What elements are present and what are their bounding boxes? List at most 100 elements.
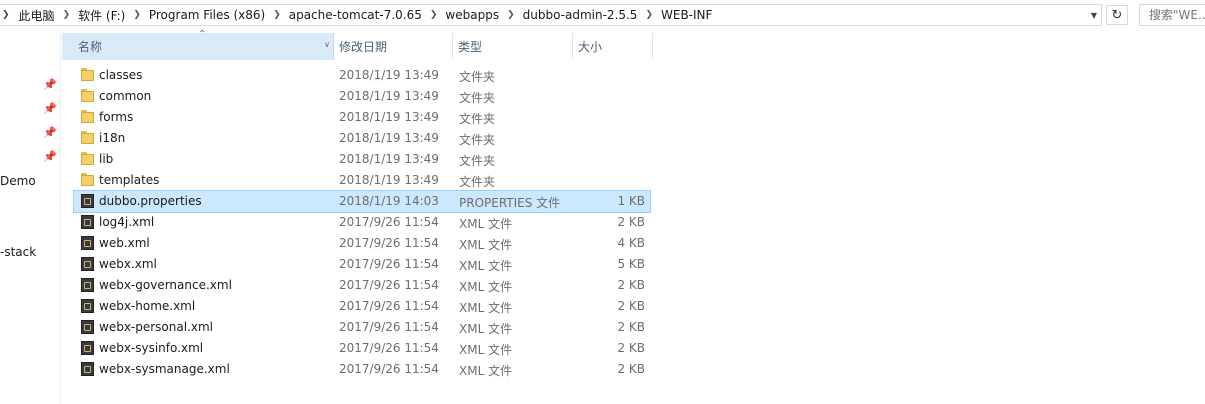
file-name: common xyxy=(99,89,152,103)
file-name: webx-sysinfo.xml xyxy=(99,341,204,355)
file-date: 2018/1/19 13:49 xyxy=(339,89,439,103)
file-date: 2017/9/26 11:54 xyxy=(339,215,439,229)
search-box[interactable] xyxy=(1139,4,1205,26)
pin-icon[interactable]: 📌 xyxy=(43,150,57,163)
file-name: webx-governance.xml xyxy=(99,278,232,292)
file-name: webx-home.xml xyxy=(99,299,196,313)
column-header-date[interactable]: 修改日期 xyxy=(333,33,453,60)
file-date: 2017/9/26 11:54 xyxy=(339,362,439,376)
file-row[interactable]: lib 2018/1/19 13:49 文件夹 xyxy=(74,149,650,170)
file-icon xyxy=(81,278,95,292)
chevron-right-icon[interactable]: ❯ xyxy=(640,10,658,20)
file-row[interactable]: forms 2018/1/19 13:49 文件夹 xyxy=(74,107,650,128)
breadcrumb-program-files[interactable]: Program Files (x86) xyxy=(146,8,268,22)
chevron-right-icon[interactable]: ❯ xyxy=(502,10,520,20)
file-icon xyxy=(81,362,95,376)
file-name: classes xyxy=(99,68,143,82)
file-name: lib xyxy=(99,152,114,166)
file-type: 文件夹 xyxy=(459,133,496,147)
file-row[interactable]: webx.xml 2017/9/26 11:54 XML 文件 5 KB xyxy=(74,254,650,275)
file-name: forms xyxy=(99,110,134,124)
file-type: XML 文件 xyxy=(459,343,513,357)
address-history-dropdown-icon[interactable]: ▼ xyxy=(1087,5,1101,25)
file-size: 1 KB xyxy=(617,194,645,208)
file-date: 2017/9/26 11:54 xyxy=(339,299,439,313)
search-input[interactable] xyxy=(1149,8,1205,22)
file-size: 2 KB xyxy=(617,341,645,355)
file-name: templates xyxy=(99,173,160,187)
file-row[interactable]: webx-sysmanage.xml 2017/9/26 11:54 XML 文件 2… xyxy=(74,359,650,380)
file-date: 2018/1/19 13:49 xyxy=(339,68,439,82)
file-type: 文件夹 xyxy=(459,154,496,168)
file-row[interactable]: web.xml 2017/9/26 11:54 XML 文件 4 KB xyxy=(74,233,650,254)
file-date: 2018/1/19 13:49 xyxy=(339,131,439,145)
file-name: i18n xyxy=(99,131,126,145)
file-type: XML 文件 xyxy=(459,259,513,273)
chevron-right-icon[interactable]: ❯ xyxy=(2,10,10,20)
file-size: 2 KB xyxy=(617,299,645,313)
folder-icon xyxy=(81,89,95,103)
pin-icon[interactable]: 📌 xyxy=(43,78,57,91)
file-date: 2017/9/26 11:54 xyxy=(339,320,439,334)
file-name: dubbo.properties xyxy=(99,194,202,208)
file-type: XML 文件 xyxy=(459,364,513,378)
file-row[interactable]: log4j.xml 2017/9/26 11:54 XML 文件 2 KB xyxy=(74,212,650,233)
file-row[interactable]: dubbo.properties 2018/1/19 14:03 PROPERTIE… xyxy=(73,190,651,213)
file-size: 2 KB xyxy=(617,278,645,292)
chevron-right-icon[interactable]: ❯ xyxy=(268,10,286,20)
sort-ascending-icon: ⌃ xyxy=(198,29,207,40)
file-type: XML 文件 xyxy=(459,301,513,315)
breadcrumb-dubbo-admin[interactable]: dubbo-admin-2.5.5 xyxy=(520,8,641,22)
file-row[interactable]: i18n 2018/1/19 13:49 文件夹 xyxy=(74,128,650,149)
column-header-type[interactable]: 类型 xyxy=(452,33,573,60)
file-date: 2018/1/19 13:49 xyxy=(339,152,439,166)
nav-item-stack[interactable]: -stack xyxy=(0,245,36,259)
file-date: 2017/9/26 11:54 xyxy=(339,257,439,271)
file-row[interactable]: webx-sysinfo.xml 2017/9/26 11:54 XML 文件 2 K… xyxy=(74,338,650,359)
folder-icon xyxy=(81,131,95,145)
file-row[interactable]: webx-governance.xml 2017/9/26 11:54 XML 文件… xyxy=(74,275,650,296)
address-bar[interactable]: ❯ 此电脑 ❯ 软件 (F:) ❯ Program Files (x86) ❯ … xyxy=(0,4,1102,26)
file-row[interactable]: classes 2018/1/19 13:49 文件夹 xyxy=(74,65,650,86)
breadcrumb-tomcat[interactable]: apache-tomcat-7.0.65 xyxy=(286,8,425,22)
file-icon xyxy=(81,257,95,271)
column-header-name-label: 名称 xyxy=(78,40,103,54)
file-icon xyxy=(81,320,95,334)
column-header-size-label: 大小 xyxy=(578,40,603,54)
file-date: 2018/1/19 14:03 xyxy=(339,194,439,208)
breadcrumb-web-inf[interactable]: WEB-INF xyxy=(658,8,715,22)
refresh-button[interactable]: ↻ xyxy=(1106,5,1128,25)
column-header-size[interactable]: 大小 xyxy=(572,33,653,60)
file-row[interactable]: webx-personal.xml 2017/9/26 11:54 XML 文件 2 … xyxy=(74,317,650,338)
file-icon xyxy=(81,215,95,229)
file-icon xyxy=(81,194,95,208)
nav-item-demo[interactable]: Demo xyxy=(0,174,36,188)
file-icon xyxy=(81,299,95,313)
chevron-right-icon[interactable]: ❯ xyxy=(425,10,443,20)
breadcrumb-this-pc[interactable]: 此电脑 xyxy=(16,7,58,24)
file-icon xyxy=(81,236,95,250)
file-type: 文件夹 xyxy=(459,175,496,189)
file-row[interactable]: common 2018/1/19 13:49 文件夹 xyxy=(74,86,650,107)
file-name: web.xml xyxy=(99,236,150,250)
file-type: XML 文件 xyxy=(459,280,513,294)
file-type: XML 文件 xyxy=(459,238,513,252)
file-date: 2018/1/19 13:49 xyxy=(339,173,439,187)
pin-icon[interactable]: 📌 xyxy=(43,102,57,115)
file-type: XML 文件 xyxy=(459,322,513,336)
file-list: classes 2018/1/19 13:49 文件夹 common 2018/1/19… xyxy=(73,65,651,380)
file-icon xyxy=(81,341,95,355)
column-header-name[interactable]: ⌃ 名称 ∨ xyxy=(62,29,334,60)
file-date: 2017/9/26 11:54 xyxy=(339,341,439,355)
file-row[interactable]: templates 2018/1/19 13:49 文件夹 xyxy=(74,170,650,191)
chevron-right-icon[interactable]: ❯ xyxy=(58,10,76,20)
file-type: 文件夹 xyxy=(459,112,496,126)
folder-icon xyxy=(81,110,95,124)
file-size: 2 KB xyxy=(617,215,645,229)
chevron-right-icon[interactable]: ❯ xyxy=(128,10,146,20)
breadcrumb-webapps[interactable]: webapps xyxy=(442,8,502,22)
column-filter-dropdown-icon[interactable]: ∨ xyxy=(324,40,330,49)
pin-icon[interactable]: 📌 xyxy=(43,126,57,139)
file-row[interactable]: webx-home.xml 2017/9/26 11:54 XML 文件 2 KB xyxy=(74,296,650,317)
breadcrumb-drive-f[interactable]: 软件 (F:) xyxy=(75,7,128,24)
